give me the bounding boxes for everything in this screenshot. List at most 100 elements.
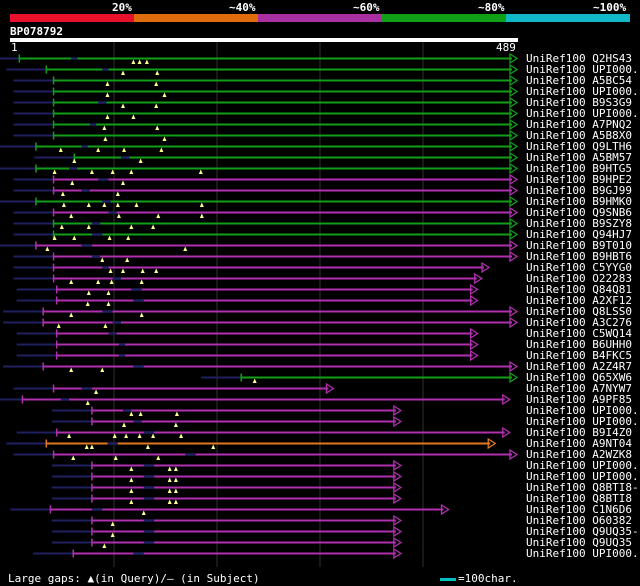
hit-label[interactable]: UniRef100_C1N6D6: [526, 504, 638, 515]
hit-label[interactable]: UniRef100_B9S3G9: [526, 97, 638, 108]
hit-row[interactable]: UniRef100_UPI000...: [0, 548, 640, 559]
hit-row[interactable]: UniRef100_B9HTG5: [0, 163, 640, 174]
hit-label[interactable]: UniRef100_UPI000...: [526, 64, 638, 75]
hit-row[interactable]: UniRef100_B9HBT6: [0, 251, 640, 262]
hit-label[interactable]: UniRef100_Q2HS43: [526, 53, 638, 64]
hit-alignment: [13, 130, 519, 141]
hit-row[interactable]: UniRef100_Q8BTI8-3: [0, 482, 640, 493]
hit-label[interactable]: UniRef100_A9PF85: [526, 394, 638, 405]
hit-row[interactable]: UniRef100_A5BM57: [0, 152, 640, 163]
hit-label[interactable]: UniRef100_A2Z4R7: [526, 361, 638, 372]
hit-alignment: [13, 251, 519, 262]
hit-label[interactable]: UniRef100_Q9LTH6: [526, 141, 638, 152]
hit-row[interactable]: UniRef100_B9T010: [0, 240, 640, 251]
hit-label[interactable]: UniRef100_O60382: [526, 515, 638, 526]
hit-row[interactable]: UniRef100_B9S3G9: [0, 97, 640, 108]
hit-label[interactable]: UniRef100_B9HMK0: [526, 196, 638, 207]
hit-row[interactable]: UniRef100_O22283: [0, 273, 640, 284]
hit-row[interactable]: UniRef100_UPI000...: [0, 86, 640, 97]
hit-row[interactable]: UniRef100_UPI000...: [0, 471, 640, 482]
hit-label[interactable]: UniRef100_UPI000...: [526, 460, 638, 471]
hit-label[interactable]: UniRef100_A5B8X0: [526, 130, 638, 141]
hit-label[interactable]: UniRef100_A7NYW7: [526, 383, 638, 394]
hit-label[interactable]: UniRef100_B9GJ99: [526, 185, 638, 196]
hit-row[interactable]: UniRef100_Q8BTI8: [0, 493, 640, 504]
hit-row[interactable]: UniRef100_Q84Q81: [0, 284, 640, 295]
hit-label[interactable]: UniRef100_C5WQ14: [526, 328, 638, 339]
hit-label[interactable]: UniRef100_A9NT04: [526, 438, 638, 449]
hit-row[interactable]: UniRef100_B9I4Z0: [0, 427, 640, 438]
hit-label[interactable]: UniRef100_B9T010: [526, 240, 638, 251]
hit-label[interactable]: UniRef100_Q9UQ35-2: [526, 526, 638, 537]
hit-row[interactable]: UniRef100_B9GJ99: [0, 185, 640, 196]
hit-alignment: [51, 482, 403, 493]
hit-row[interactable]: UniRef100_A3C276: [0, 317, 640, 328]
hit-row[interactable]: UniRef100_Q9UQ35: [0, 537, 640, 548]
hit-label[interactable]: UniRef100_C5YYG0: [526, 262, 638, 273]
hit-row[interactable]: UniRef100_A5B8X0: [0, 130, 640, 141]
hit-label[interactable]: UniRef100_Q9UQ35: [526, 537, 638, 548]
hit-row[interactable]: UniRef100_A2WZK8: [0, 449, 640, 460]
hit-label[interactable]: UniRef100_B9SZY8: [526, 218, 638, 229]
hit-alignment: [13, 218, 519, 229]
hit-row[interactable]: UniRef100_Q9UQ35-2: [0, 526, 640, 537]
hit-label[interactable]: UniRef100_UPI000...: [526, 86, 638, 97]
hit-row[interactable]: UniRef100_UPI000...: [0, 64, 640, 75]
hit-label[interactable]: UniRef100_A3C276: [526, 317, 638, 328]
hit-row[interactable]: UniRef100_B9HMK0: [0, 196, 640, 207]
hit-row[interactable]: UniRef100_Q94HJ7: [0, 229, 640, 240]
hit-row[interactable]: UniRef100_B6UHH0: [0, 339, 640, 350]
hit-label[interactable]: UniRef100_UPI000...: [526, 416, 638, 427]
hit-row[interactable]: UniRef100_A2Z4R7: [0, 361, 640, 372]
hit-row[interactable]: UniRef100_O60382: [0, 515, 640, 526]
hit-label[interactable]: UniRef100_Q84Q81: [526, 284, 638, 295]
hit-label[interactable]: UniRef100_Q8BTI8-3: [526, 482, 638, 493]
hit-row[interactable]: UniRef100_Q2HS43: [0, 53, 640, 64]
hit-row[interactable]: UniRef100_A5BC54: [0, 75, 640, 86]
hit-row[interactable]: UniRef100_Q9SNB6: [0, 207, 640, 218]
hit-row[interactable]: UniRef100_A9NT04: [0, 438, 640, 449]
hit-row[interactable]: UniRef100_UPI000...: [0, 108, 640, 119]
hit-label[interactable]: UniRef100_UPI000...: [526, 471, 638, 482]
hit-label[interactable]: UniRef100_A2XF12: [526, 295, 638, 306]
hit-alignment: [0, 240, 519, 251]
hit-row[interactable]: UniRef100_Q65XW6: [0, 372, 640, 383]
hit-row[interactable]: UniRef100_B9SZY8: [0, 218, 640, 229]
hit-label[interactable]: UniRef100_B9HPE2: [526, 174, 638, 185]
hit-label[interactable]: UniRef100_Q8BTI8: [526, 493, 638, 504]
hit-row[interactable]: UniRef100_A2XF12: [0, 295, 640, 306]
hit-label[interactable]: UniRef100_A5BM57: [526, 152, 638, 163]
hit-row[interactable]: UniRef100_UPI000...: [0, 416, 640, 427]
hit-row[interactable]: UniRef100_Q9LTH6: [0, 141, 640, 152]
hit-row[interactable]: UniRef100_C5WQ14: [0, 328, 640, 339]
hit-row[interactable]: UniRef100_UPI000...: [0, 405, 640, 416]
hit-label[interactable]: UniRef100_Q94HJ7: [526, 229, 638, 240]
hit-label[interactable]: UniRef100_UPI000...: [526, 405, 638, 416]
hit-label[interactable]: UniRef100_B9HTG5: [526, 163, 638, 174]
hit-row[interactable]: UniRef100_A9PF85: [0, 394, 640, 405]
hit-alignment: [0, 394, 511, 405]
hit-row[interactable]: UniRef100_B4FKC5: [0, 350, 640, 361]
hit-row[interactable]: UniRef100_A7NYW7: [0, 383, 640, 394]
hit-row[interactable]: UniRef100_A7PNQ2: [0, 119, 640, 130]
hit-label[interactable]: UniRef100_B4FKC5: [526, 350, 638, 361]
hit-label[interactable]: UniRef100_A7PNQ2: [526, 119, 638, 130]
hit-label[interactable]: UniRef100_B9I4Z0: [526, 427, 638, 438]
hit-row[interactable]: UniRef100_C1N6D6: [0, 504, 640, 515]
hit-label[interactable]: UniRef100_Q8LSS0: [526, 306, 638, 317]
hit-alignment: [16, 284, 479, 295]
hit-label[interactable]: UniRef100_A2WZK8: [526, 449, 638, 460]
hit-label[interactable]: UniRef100_UPI000...: [526, 108, 638, 119]
hit-row[interactable]: UniRef100_C5YYG0: [0, 262, 640, 273]
hit-label[interactable]: UniRef100_UPI000...: [526, 548, 638, 559]
hit-label[interactable]: UniRef100_Q9SNB6: [526, 207, 638, 218]
hit-alignment: [0, 141, 519, 152]
hit-row[interactable]: UniRef100_B9HPE2: [0, 174, 640, 185]
hit-label[interactable]: UniRef100_B6UHH0: [526, 339, 638, 350]
hit-label[interactable]: UniRef100_Q65XW6: [526, 372, 638, 383]
hit-label[interactable]: UniRef100_B9HBT6: [526, 251, 638, 262]
hit-row[interactable]: UniRef100_Q8LSS0: [0, 306, 640, 317]
hit-row[interactable]: UniRef100_UPI000...: [0, 460, 640, 471]
hit-label[interactable]: UniRef100_O22283: [526, 273, 638, 284]
hit-label[interactable]: UniRef100_A5BC54: [526, 75, 638, 86]
